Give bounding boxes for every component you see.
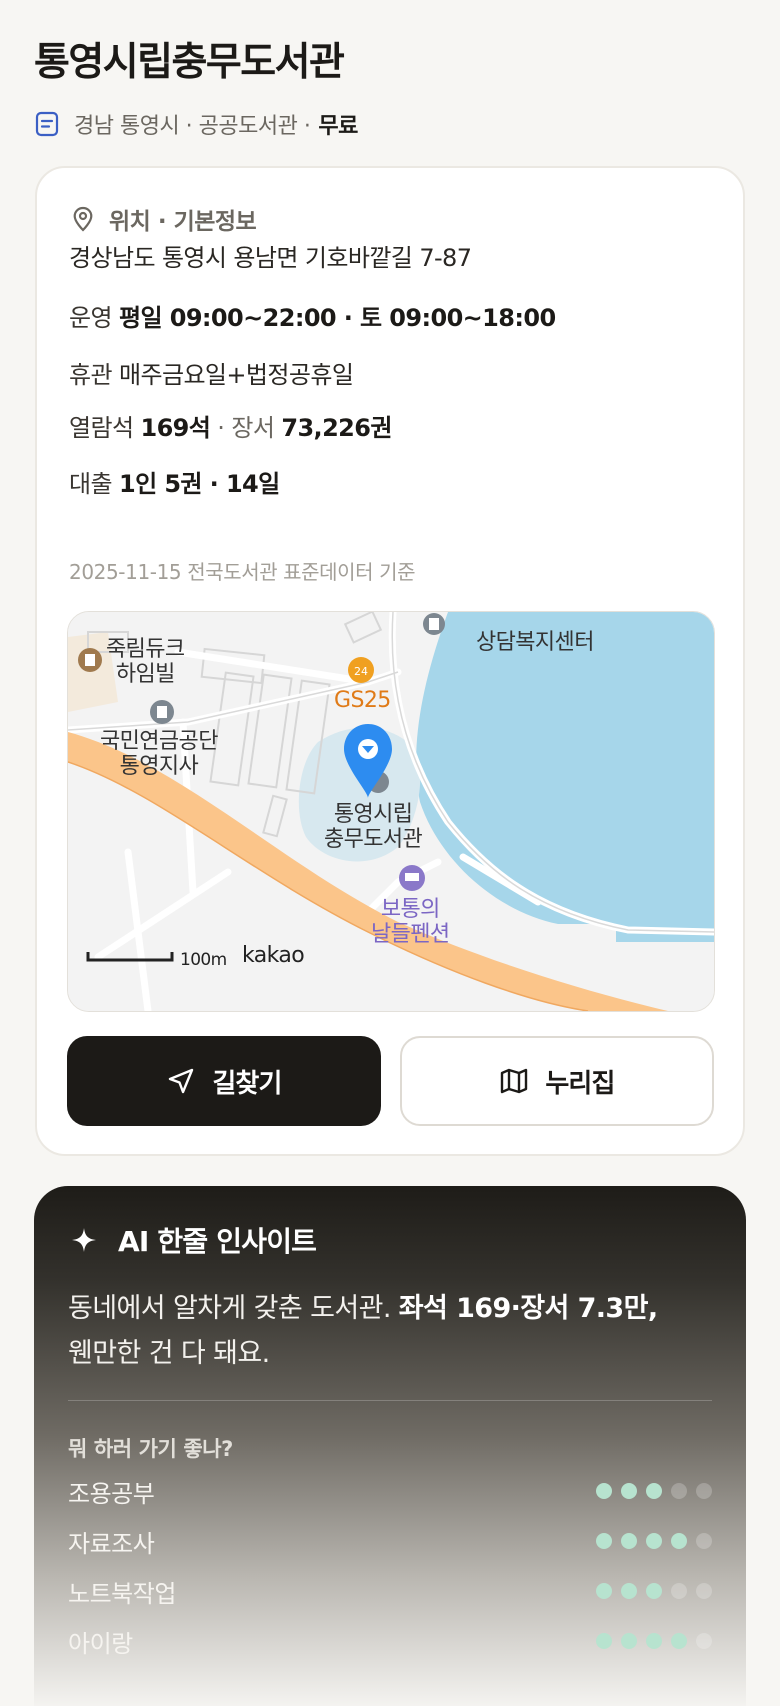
map-scale-label: 100m — [180, 950, 227, 970]
rating-dot-empty — [671, 1483, 687, 1499]
rating-dot-filled — [596, 1633, 612, 1649]
info-card: 위치 · 기본정보 경상남도 통영시 용남면 기호바깥길 7-87 운영 평일 … — [35, 166, 745, 1156]
rating-dot-filled — [671, 1633, 687, 1649]
rating-dot-filled — [596, 1583, 612, 1599]
meta-text: 경남 통영시 · 공공도서관 · — [74, 114, 311, 139]
section-header: 위치 · 기본정보 — [69, 202, 257, 236]
activity-row: 노트북작업 — [68, 1576, 712, 1608]
activity-row: 아이랑 — [68, 1626, 712, 1658]
map-label-apartment: 죽림듀크 하임빌 — [106, 637, 185, 687]
document-icon — [34, 111, 60, 137]
rating-dot-filled — [596, 1483, 612, 1499]
ai-header: AI 한줄 인사이트 — [70, 1220, 317, 1260]
page-title: 통영시립충무도서관 — [34, 40, 345, 85]
activity-name: 아이랑 — [68, 1629, 133, 1658]
svg-text:24: 24 — [354, 665, 368, 678]
closed-days: 휴관 매주금요일+법정공휴일 — [69, 361, 354, 389]
rating-dot-empty — [696, 1633, 712, 1649]
ai-title: AI 한줄 인사이트 — [118, 1225, 317, 1258]
rating-dot-empty — [671, 1583, 687, 1599]
map-label-pension-office: 국민연금공단 통영지사 — [100, 729, 218, 779]
data-source: 2025-11-15 전국도서관 표준데이터 기준 — [69, 560, 416, 584]
activity-rating — [596, 1533, 712, 1549]
website-label: 누리집 — [545, 1068, 615, 1099]
rating-dot-empty — [696, 1483, 712, 1499]
map-brand: kakao — [242, 943, 305, 968]
divider — [68, 1400, 712, 1401]
library-meta: 경남 통영시 · 공공도서관 · 무료 — [34, 108, 746, 140]
rating-dot-filled — [646, 1633, 662, 1649]
activity-rating — [596, 1633, 712, 1649]
ai-insight-card: AI 한줄 인사이트 동네에서 알차게 갖춘 도서관. 좌석 169·장서 7.… — [34, 1186, 746, 1706]
section-title: 위치 · 기본정보 — [109, 209, 257, 235]
rating-dot-filled — [621, 1533, 637, 1549]
map-icon — [499, 1066, 529, 1096]
activity-row: 자료조사 — [68, 1526, 712, 1558]
map-label-pension-house: 보통의 날들펜션 — [371, 897, 450, 947]
address: 경상남도 통영시 용남면 기호바깥길 7-87 — [69, 244, 472, 272]
directions-label: 길찾기 — [212, 1068, 282, 1099]
rating-dot-empty — [696, 1533, 712, 1549]
ai-summary: 동네에서 알차게 갖춘 도서관. 좌석 169·장서 7.3만, 웬만한 건 다… — [68, 1293, 658, 1369]
map-label-gs25: GS25 — [334, 688, 391, 713]
sparkle-icon — [70, 1226, 98, 1254]
rating-dot-filled — [621, 1483, 637, 1499]
activity-rating — [596, 1583, 712, 1599]
website-button[interactable]: 누리집 — [400, 1036, 714, 1126]
activity-row: 조용공부 — [68, 1476, 712, 1508]
map-view[interactable]: 24 상담복지센터 죽림듀크 하임빌 GS25 국민연금공단 통영지사 통영시립… — [67, 611, 715, 1012]
rating-dot-filled — [646, 1583, 662, 1599]
opening-hours: 운영 평일 09:00~22:00 · 토 09:00~18:00 — [69, 304, 556, 332]
rating-dot-filled — [621, 1633, 637, 1649]
map-label-library: 통영시립 충무도서관 — [324, 802, 423, 852]
header: 통영시립충무도서관 경남 통영시 · 공공도서관 · 무료 — [34, 38, 746, 140]
activity-rating — [596, 1483, 712, 1499]
directions-button[interactable]: 길찾기 — [67, 1036, 381, 1126]
rating-dot-filled — [646, 1533, 662, 1549]
activity-name: 조용공부 — [68, 1479, 155, 1508]
activity-name: 자료조사 — [68, 1529, 155, 1558]
navigation-arrow-icon — [166, 1066, 196, 1096]
activity-name: 노트북작업 — [68, 1579, 176, 1608]
rating-dot-filled — [621, 1583, 637, 1599]
loan-policy: 대출 1인 5권 · 14일 — [69, 470, 280, 498]
rating-dot-filled — [596, 1533, 612, 1549]
price-badge: 무료 — [318, 114, 358, 139]
seats-books: 열람석 169석 · 장서 73,226권 — [69, 414, 392, 442]
rating-dot-filled — [671, 1533, 687, 1549]
rating-dot-filled — [646, 1483, 662, 1499]
activity-question: 뭐 하러 가기 좋나? — [68, 1437, 233, 1461]
map-label-counsel: 상담복지센터 — [476, 630, 594, 655]
location-pin-icon — [69, 205, 97, 233]
rating-dot-empty — [696, 1583, 712, 1599]
